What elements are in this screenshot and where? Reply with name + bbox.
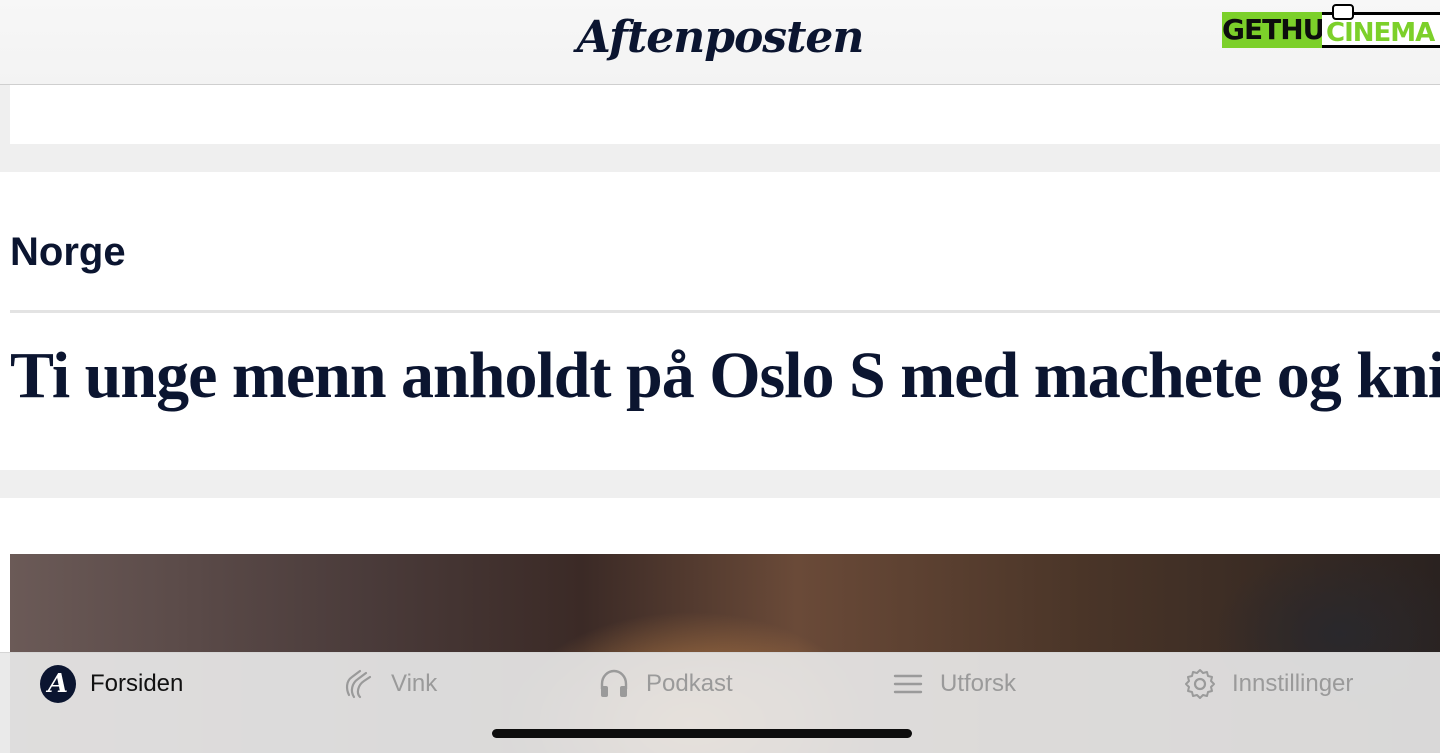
tab-label-vink: Vink <box>391 670 438 697</box>
article-headline[interactable]: Ti unge menn anholdt på Oslo S med mache… <box>10 338 1440 414</box>
section-divider <box>10 310 1440 313</box>
wave-hand-icon <box>341 666 377 702</box>
home-indicator[interactable] <box>492 729 912 738</box>
watermark-logo: GETHU CINEMA <box>1222 4 1440 56</box>
top-header: Aftenposten GETHU CINEMA <box>0 0 1440 85</box>
headphones-icon <box>596 666 632 702</box>
section-title[interactable]: Norge <box>10 230 126 275</box>
menu-lines-icon <box>890 666 926 702</box>
previous-card <box>10 85 1440 144</box>
tab-utforsk[interactable]: Utforsk <box>890 667 1016 701</box>
tab-vink[interactable]: Vink <box>341 667 437 701</box>
news-section-card[interactable]: Norge Ti unge menn anholdt på Oslo S med… <box>0 172 1440 470</box>
watermark-left-text: GETHU <box>1222 12 1325 48</box>
aftenposten-a-badge: A <box>40 665 76 703</box>
tab-label-innstillinger: Innstillinger <box>1232 670 1354 697</box>
bottom-tab-bar: A Forsiden Vink Podkast Utforsk Innstill… <box>0 652 1440 753</box>
app-screen: Aftenposten GETHU CINEMA Norge Ti unge m… <box>0 0 1440 753</box>
tab-podkast[interactable]: Podkast <box>596 667 733 701</box>
tab-label-podkast: Podkast <box>646 670 733 697</box>
tab-forsiden[interactable]: A Forsiden <box>40 665 184 703</box>
gear-icon <box>1182 666 1218 702</box>
tab-label-forsiden: Forsiden <box>90 670 184 697</box>
tab-label-utforsk: Utforsk <box>940 670 1017 697</box>
aftenposten-a-icon: A <box>40 665 76 703</box>
camera-icon <box>1332 4 1354 20</box>
tab-innstillinger[interactable]: Innstillinger <box>1182 667 1353 701</box>
